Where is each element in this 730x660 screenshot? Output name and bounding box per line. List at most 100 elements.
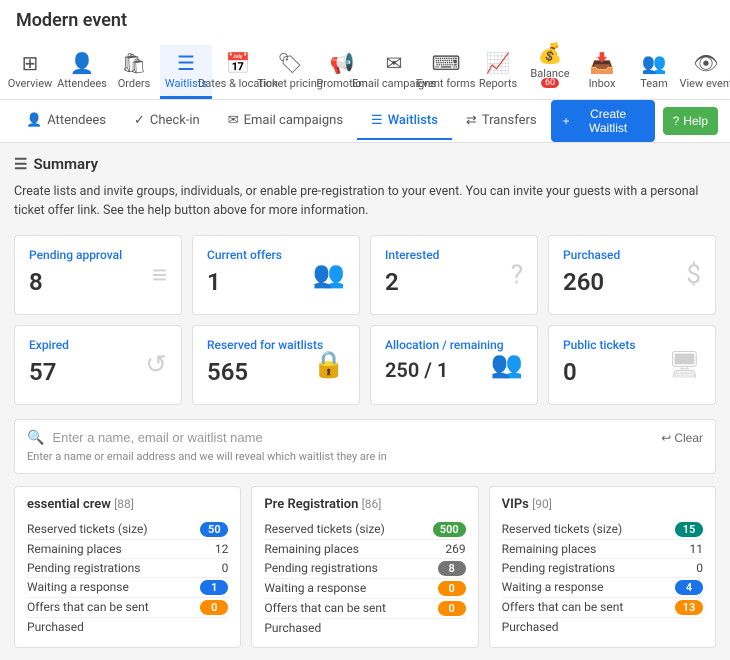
badge-2-3: 4	[675, 580, 703, 595]
waitlist-row-1-1: Remaining places 269	[264, 540, 465, 559]
stat-card-0: Pending approval 8 ≡	[14, 235, 182, 315]
stats-grid: Pending approval 8 ≡ Current offers 1 👥 …	[14, 235, 716, 405]
stat-icon-7: 🖥	[668, 350, 701, 380]
val-0-1: 12	[215, 542, 229, 556]
stat-label-3: Purchased	[563, 248, 701, 262]
stat-icon-6: 👥	[491, 350, 523, 380]
nav-icon-forms: ⌨	[432, 51, 461, 75]
help-button[interactable]: ? Help	[663, 107, 718, 135]
subnav-item-checkin[interactable]: ✓Check-in	[120, 103, 214, 140]
nav-icon-attendees: 👤	[70, 51, 95, 75]
waitlist-row-1-5: Purchased	[264, 619, 465, 637]
nav-item-forms[interactable]: ⌨Event forms	[420, 45, 472, 99]
waitlist-row-0-4: Offers that can be sent 0	[27, 598, 228, 618]
nav-item-team[interactable]: 👥Team	[628, 45, 680, 99]
nav-item-ticket-pricing[interactable]: 🏷Ticket pricing	[264, 45, 316, 99]
waitlist-title-0: essential crew [88]	[27, 497, 228, 512]
waitlist-row-0-0: Reserved tickets (size) 50	[27, 520, 228, 540]
nav-item-balance[interactable]: 💰Balance60	[524, 35, 576, 99]
nav-badge-balance: 60	[541, 78, 559, 88]
stat-card-6: Allocation / remaining 250 / 1 👥	[370, 325, 538, 405]
main-nav: ⊞Overview👤Attendees🛍Orders☰Waitlists📅Dat…	[0, 35, 730, 99]
stat-icon-4: ↺	[145, 350, 167, 380]
subnav-item-attendees[interactable]: 👤Attendees	[12, 103, 120, 140]
waitlist-row-2-0: Reserved tickets (size) 15	[502, 520, 703, 540]
summary-icon: ☰	[14, 155, 27, 173]
search-input[interactable]	[52, 430, 653, 445]
row-label-1-3: Waiting a response	[264, 581, 366, 595]
waitlist-count-0: [88]	[114, 497, 134, 511]
create-waitlist-label: Create Waitlist	[574, 107, 643, 135]
waitlist-row-1-2: Pending registrations 8	[264, 559, 465, 579]
stat-card-1: Current offers 1 👥	[192, 235, 360, 315]
badge-0-4: 0	[200, 600, 228, 615]
stat-icon-2: ?	[511, 260, 523, 290]
search-row: 🔍 ↩ Clear	[27, 430, 703, 446]
waitlist-row-0-3: Waiting a response 1	[27, 578, 228, 598]
nav-item-view-event[interactable]: 👁View event	[680, 45, 730, 99]
app-title: Modern event	[0, 4, 730, 35]
waitlist-row-2-1: Remaining places 11	[502, 540, 703, 559]
waitlist-count-2: [90]	[532, 497, 552, 511]
clear-button[interactable]: ↩ Clear	[661, 431, 703, 445]
waitlist-row-2-2: Pending registrations 0	[502, 559, 703, 578]
val-0-2: 0	[222, 561, 229, 575]
create-waitlist-button[interactable]: + Create Waitlist	[551, 100, 655, 142]
search-hint: Enter a name or email address and we wil…	[27, 450, 703, 463]
nav-icon-view-event: 👁	[693, 51, 718, 75]
row-label-1-5: Purchased	[264, 621, 321, 635]
waitlist-row-1-3: Waiting a response 0	[264, 579, 465, 599]
summary-description: Create lists and invite groups, individu…	[14, 183, 716, 221]
nav-icon-dates: 📅	[226, 51, 251, 75]
badge-0-0: 50	[200, 522, 228, 537]
stat-card-7: Public tickets 0 🖥	[548, 325, 716, 405]
waitlist-count-1: [86]	[362, 497, 382, 511]
stat-value-0: 8	[29, 268, 167, 296]
subnav-icon-waitlists: ☰	[371, 113, 383, 128]
nav-item-waitlists[interactable]: ☰Waitlists	[160, 45, 212, 99]
nav-item-reports[interactable]: 📈Reports	[472, 45, 524, 99]
subnav-item-transfers[interactable]: ⇄Transfers	[452, 103, 551, 140]
row-label-1-1: Remaining places	[264, 542, 359, 556]
nav-item-overview[interactable]: ⊞Overview	[4, 45, 56, 99]
badge-1-3: 0	[438, 581, 466, 596]
nav-icon-waitlists: ☰	[177, 51, 195, 75]
sub-nav-left: 👤Attendees✓Check-in✉Email campaigns☰Wait…	[12, 103, 551, 140]
nav-item-orders[interactable]: 🛍Orders	[108, 45, 160, 99]
subnav-label-email-campaigns: Email campaigns	[244, 113, 343, 128]
nav-icon-team: 👥	[642, 51, 667, 75]
nav-item-email[interactable]: ✉Email campaigns	[368, 45, 420, 99]
nav-item-dates[interactable]: 📅Dates & location	[212, 45, 264, 99]
val-1-1: 269	[445, 542, 465, 556]
val-2-1: 11	[689, 542, 703, 556]
waitlist-row-0-5: Purchased	[27, 618, 228, 636]
stat-icon-0: ≡	[152, 259, 167, 290]
search-section: 🔍 ↩ Clear Enter a name or email address …	[14, 419, 716, 474]
nav-icon-ticket-pricing: 🏷	[277, 51, 302, 75]
nav-icon-inbox: 📥	[590, 51, 615, 75]
stat-icon-1: 👥	[313, 260, 345, 290]
nav-item-promotion[interactable]: 📢Promotion	[316, 45, 368, 99]
help-icon: ?	[673, 114, 680, 128]
nav-icon-email: ✉	[386, 51, 403, 75]
row-label-0-5: Purchased	[27, 620, 84, 634]
badge-1-4: 0	[438, 601, 466, 616]
sub-nav: 👤Attendees✓Check-in✉Email campaigns☰Wait…	[0, 100, 730, 143]
plus-icon: +	[563, 114, 570, 128]
stat-card-4: Expired 57 ↺	[14, 325, 182, 405]
top-bar: Modern event ⊞Overview👤Attendees🛍Orders☰…	[0, 0, 730, 100]
row-label-2-4: Offers that can be sent	[502, 600, 624, 614]
sub-nav-right: + Create Waitlist ? Help	[551, 100, 718, 142]
stat-value-3: 260	[563, 268, 701, 296]
waitlist-title-2: VIPs [90]	[502, 497, 703, 512]
nav-item-inbox[interactable]: 📥Inbox	[576, 45, 628, 99]
row-label-2-5: Purchased	[502, 620, 559, 634]
nav-item-attendees[interactable]: 👤Attendees	[56, 45, 108, 99]
row-label-1-0: Reserved tickets (size)	[264, 522, 385, 536]
row-label-2-0: Reserved tickets (size)	[502, 522, 623, 536]
row-label-0-2: Pending registrations	[27, 561, 140, 575]
subnav-item-waitlists[interactable]: ☰Waitlists	[357, 103, 452, 140]
clear-icon: ↩	[661, 431, 671, 445]
subnav-item-email-campaigns[interactable]: ✉Email campaigns	[214, 103, 357, 140]
row-label-2-3: Waiting a response	[502, 580, 604, 594]
